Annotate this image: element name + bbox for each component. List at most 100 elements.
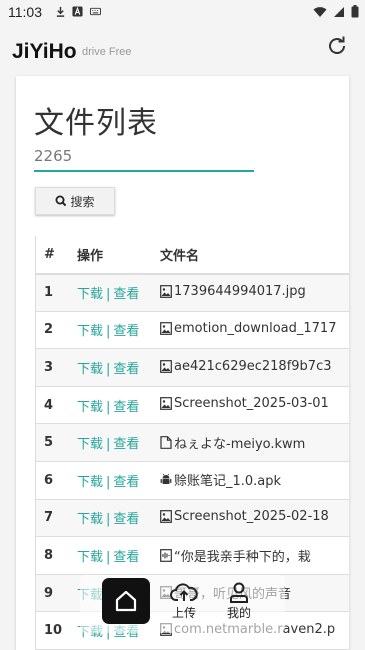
view-link[interactable]: 查看: [113, 287, 139, 302]
download-link[interactable]: 下载: [77, 475, 103, 490]
search-input[interactable]: [34, 142, 254, 172]
status-bar: 11:03: [0, 0, 365, 26]
header-actions: 操作: [68, 236, 156, 275]
refresh-icon[interactable]: [325, 34, 349, 58]
row-number: 3: [36, 348, 68, 387]
table-row: 2 下载 | 查看 emotion_download_1717: [36, 311, 349, 350]
row-filename: 1739644994017.jpg: [156, 273, 349, 312]
download-link[interactable]: 下载: [77, 362, 103, 377]
view-link[interactable]: 查看: [113, 400, 139, 415]
row-filename: ae421c629ec218f9b7c3: [156, 348, 349, 387]
filename-text: ねぇよな-meiyo.kwm: [174, 436, 306, 452]
row-number: 1: [36, 273, 68, 312]
home-icon: [115, 590, 137, 612]
row-actions: 下载|查看: [68, 423, 156, 463]
download-icon: [56, 6, 65, 17]
download-link[interactable]: 下载: [77, 437, 103, 452]
table-row: 7 下载 | 查看 Screenshot_2025-02-18: [36, 499, 349, 538]
download-link[interactable]: 下载: [77, 324, 103, 339]
view-link[interactable]: 查看: [113, 324, 139, 339]
image-file-icon: [160, 397, 172, 411]
row-number: 9: [36, 574, 68, 613]
table-row: 5 下载 | 查看 ねぇよな-meiyo.kwm: [36, 423, 349, 463]
row-filename: emotion_download_1717: [156, 311, 349, 350]
action-separator: |: [106, 362, 111, 378]
view-link[interactable]: 查看: [113, 512, 139, 527]
action-separator: |: [106, 550, 111, 566]
row-actions: 下载|查看: [68, 386, 156, 425]
view-link[interactable]: 查看: [113, 475, 139, 490]
action-separator: |: [106, 512, 111, 528]
row-actions: 下载|查看: [68, 536, 156, 575]
download-link[interactable]: 下载: [77, 400, 103, 415]
table-row: 3 下载 | 查看 ae421c629ec218f9b7c3: [36, 348, 349, 387]
image-file-icon: [160, 322, 172, 335]
header-filename: 文件名: [156, 236, 349, 275]
table-row: 1 下载 | 查看 1739644994017.jpg: [36, 273, 349, 312]
table-row: 8 下载 | 查看 “你是我亲手种下的，栽: [36, 536, 349, 575]
download-link[interactable]: 下载: [77, 512, 103, 527]
row-actions: 下载|查看: [68, 311, 156, 350]
page-title: 文件列表: [34, 106, 158, 141]
search-icon: [55, 195, 67, 207]
download-link[interactable]: 下载: [77, 287, 103, 302]
table-row: 4 下载 | 查看 Screenshot_2025-03-01: [36, 386, 349, 425]
status-time: 11:03: [8, 4, 42, 20]
table-header-row: # 操作 文件名: [36, 236, 349, 275]
nav-upload[interactable]: 上传: [164, 581, 204, 627]
audio-file-icon: [160, 548, 172, 562]
app-header: JiYiHo drive Free: [0, 26, 365, 76]
row-actions: 下载|查看: [68, 273, 156, 312]
download-link[interactable]: 下载: [77, 550, 103, 565]
filename-text: Screenshot_2025-03-01: [174, 396, 329, 412]
view-link[interactable]: 查看: [113, 437, 139, 452]
image-file-icon: [160, 284, 172, 298]
view-link[interactable]: 查看: [113, 362, 139, 377]
action-separator: |: [106, 287, 111, 303]
row-filename: 赊账笔记_1.0.apk: [156, 461, 349, 500]
row-filename: ねぇよな-meiyo.kwm: [156, 423, 349, 463]
filename-text: 赊账笔记_1.0.apk: [174, 474, 282, 490]
file-list-card: 文件列表 搜索 # 操作 文件名 1下载|查看1739644994017.jpg…: [16, 76, 349, 650]
table-row: 6 下载 | 查看 赊账笔记_1.0.apk: [36, 461, 349, 500]
keyboard-icon: [90, 7, 101, 16]
filename-text: Screenshot_2025-02-18: [174, 508, 329, 524]
home-button[interactable]: [102, 578, 150, 624]
filename-text: “你是我亲手种下的，栽: [174, 549, 311, 565]
action-separator: |: [106, 324, 111, 340]
image-file-icon: [160, 359, 172, 373]
nav-mine[interactable]: 我的: [219, 581, 259, 627]
battery-icon: [351, 5, 359, 18]
header-number: #: [36, 236, 68, 275]
row-number: 6: [36, 461, 68, 500]
filename-text: 1739644994017.jpg: [174, 283, 306, 299]
search-button-label: 搜索: [70, 194, 95, 209]
signal-icon: [334, 6, 344, 17]
row-filename: “你是我亲手种下的，栽: [156, 536, 349, 575]
app-title: JiYiHo: [12, 40, 77, 63]
bottom-nav: 上传 我的: [80, 575, 285, 633]
app-a-icon: [72, 6, 83, 17]
notification-icons: [55, 6, 102, 17]
android-icon: [160, 473, 172, 486]
row-number: 5: [36, 423, 68, 463]
row-actions: 下载|查看: [68, 499, 156, 538]
nav-upload-label: 上传: [171, 606, 196, 620]
app-subtitle: drive Free: [82, 46, 132, 58]
row-number: 8: [36, 536, 68, 575]
action-separator: |: [106, 437, 111, 453]
user-icon: [230, 582, 248, 603]
row-number: 4: [36, 386, 68, 425]
filename-text: ae421c629ec218f9b7c3: [174, 358, 332, 374]
view-link[interactable]: 查看: [113, 550, 139, 565]
action-separator: |: [106, 474, 111, 490]
row-number: 2: [36, 311, 68, 350]
action-separator: |: [106, 399, 111, 415]
search-button[interactable]: 搜索: [35, 187, 115, 215]
image-file-icon: [160, 510, 172, 523]
document-file-icon: [160, 435, 172, 449]
filename-text: emotion_download_1717: [174, 320, 337, 336]
row-actions: 下载|查看: [68, 461, 156, 500]
cloud-upload-icon: [170, 583, 198, 601]
wifi-icon: [313, 6, 327, 17]
